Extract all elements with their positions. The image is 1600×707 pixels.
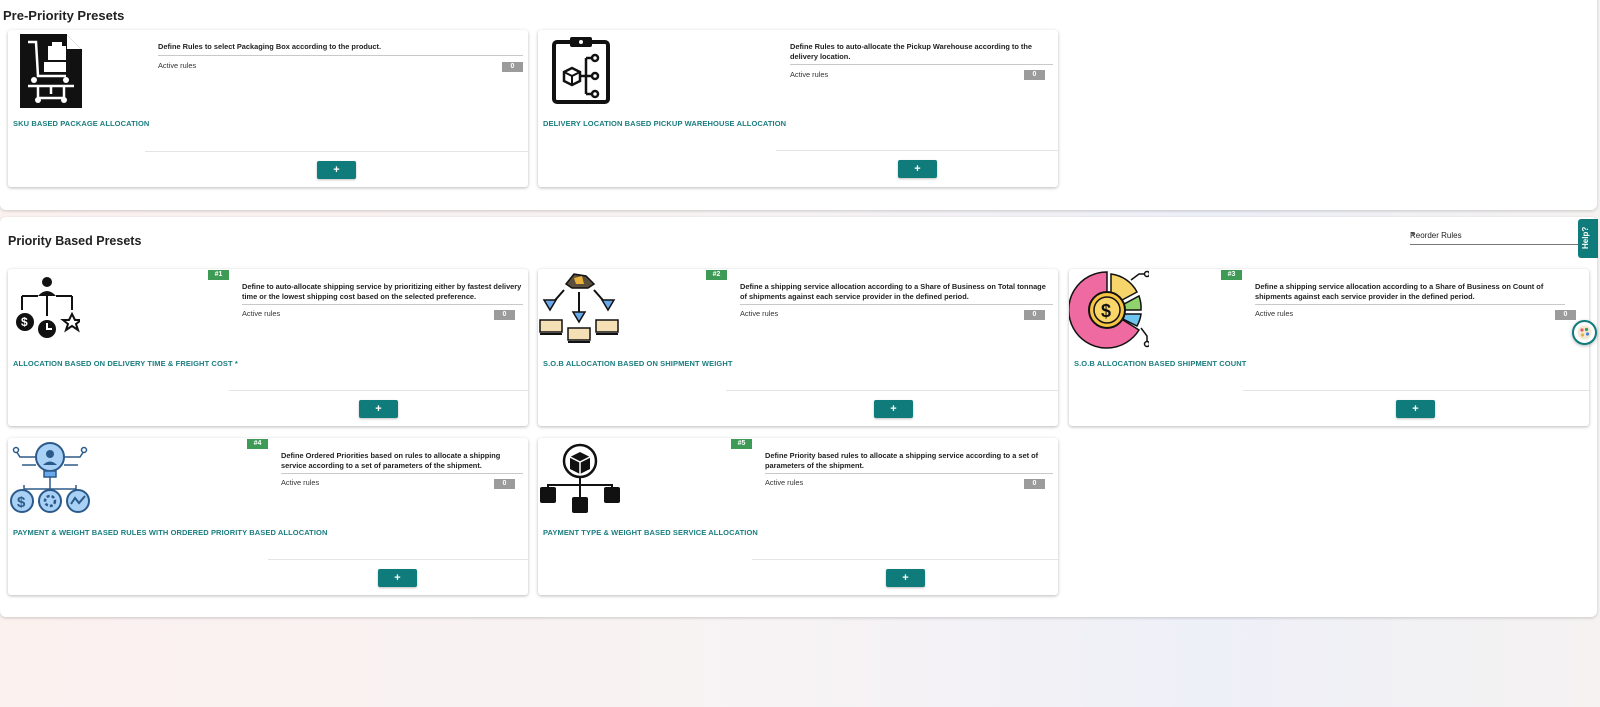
active-rules-label: Active rules [158,61,197,70]
active-rules-count: 0 [1555,310,1576,320]
active-rules-label: Active rules [242,309,281,318]
divider [145,151,528,152]
person-cost-time-icon: $ [14,274,84,345]
card-title: SKU BASED PACKAGE ALLOCATION [13,119,150,128]
svg-text:$: $ [17,494,26,511]
weight-distribution-icon [538,270,620,355]
active-rules-count: 0 [1024,479,1045,489]
divider [281,473,523,474]
divider [158,55,523,56]
divider [740,304,1053,305]
active-rules-count: 0 [1024,70,1045,80]
active-rules-count: 0 [502,62,523,72]
active-rules-label: Active rules [281,478,320,487]
divider [765,473,1053,474]
card-title: DELIVERY LOCATION BASED PICKUP WAREHOUSE… [543,119,787,128]
preset-card-delivery-location: DELIVERY LOCATION BASED PICKUP WAREHOUSE… [538,30,1058,187]
active-rules-count: 0 [494,310,515,320]
card-title: ALLOCATION BASED ON DELIVERY TIME & FREI… [13,359,238,368]
card-description: Define to auto-allocate shipping service… [242,282,522,301]
divider [1255,304,1565,305]
preset-card-sob-weight: #2 S.O.B ALLOCATION BASED ON SHIPMENT WE… [538,269,1058,426]
box-network-icon [540,443,620,518]
add-rule-button[interactable]: + [874,400,913,418]
divider [268,559,528,560]
divider [726,390,1058,391]
divider [752,559,1058,560]
card-description: Define a shipping service allocation acc… [740,282,1046,301]
preset-card-delivery-time: #1 $ ALLOCATION BASED ON DELIVERY TIME &… [8,269,528,426]
preset-card-sku-package: SKU BASED PACKAGE ALLOCATION Define Rule… [8,30,528,187]
priority-badge: #2 [706,270,727,280]
preset-card-sob-count: #3 $ S.O.B ALLOCATION BASED SHIPMENT COU… [1067,269,1589,426]
card-description: Define a shipping service allocation acc… [1255,282,1544,301]
active-rules-label: Active rules [1255,309,1294,318]
add-rule-button[interactable]: + [1396,400,1435,418]
divider [1243,390,1589,391]
priority-badge: #1 [208,270,229,280]
card-title: PAYMENT TYPE & WEIGHT BASED SERVICE ALLO… [543,528,758,537]
help-label: Help? [1581,226,1590,249]
clipboard-icon [548,36,612,109]
help-tab[interactable]: Help? [1578,219,1598,258]
priority-badge: #4 [247,439,268,449]
add-rule-button[interactable]: + [317,161,356,179]
active-rules-label: Active rules [790,70,829,79]
idea-network-icon: $ [10,441,90,520]
active-rules-count: 0 [494,479,515,489]
divider [242,304,523,305]
add-rule-button[interactable]: + [359,400,398,418]
preset-card-payment-weight-ordered: #4 $ PAYMENT & WEIGHT BASED RULES WITH O… [8,438,528,595]
section-title: Pre-Priority Presets [3,8,125,23]
divider [229,390,528,391]
card-title: PAYMENT & WEIGHT BASED RULES WITH ORDERE… [13,528,328,537]
svg-text:$: $ [21,315,28,329]
active-rules-count: 0 [1024,310,1045,320]
add-rule-button[interactable]: + [378,569,417,587]
card-description: Define Rules to select Packaging Box acc… [158,42,381,51]
card-description: Define Ordered Priorities based on rules… [281,451,501,470]
palette-icon [1577,325,1592,340]
svg-text:$: $ [1101,301,1111,321]
chat-widget-button[interactable] [1572,320,1597,345]
card-title: S.O.B ALLOCATION BASED ON SHIPMENT WEIGH… [543,359,733,368]
add-rule-button[interactable]: + [886,569,925,587]
reorder-rules-select[interactable]: Reorder Rules ▼ [1410,230,1595,245]
card-title: S.O.B ALLOCATION BASED SHIPMENT COUNT [1074,359,1247,368]
priority-badge: #3 [1221,270,1242,280]
chevron-down-icon: ▼ [1410,232,1416,238]
add-rule-button[interactable]: + [898,160,937,178]
section-title: Priority Based Presets [8,234,142,248]
card-description: Define Priority based rules to allocate … [765,451,1039,470]
priority-badge: #5 [731,439,752,449]
divider [790,64,1053,65]
divider [776,150,1058,151]
preset-card-payment-type-weight: #5 PAYMENT TYPE & WEIGHT BASED SERVICE A… [538,438,1058,595]
active-rules-label: Active rules [765,478,804,487]
sku-package-icon [16,32,86,115]
card-description: Define Rules to auto-allocate the Pickup… [790,42,1033,61]
active-rules-label: Active rules [740,309,779,318]
dollar-pie-icon: $ [1067,270,1151,355]
